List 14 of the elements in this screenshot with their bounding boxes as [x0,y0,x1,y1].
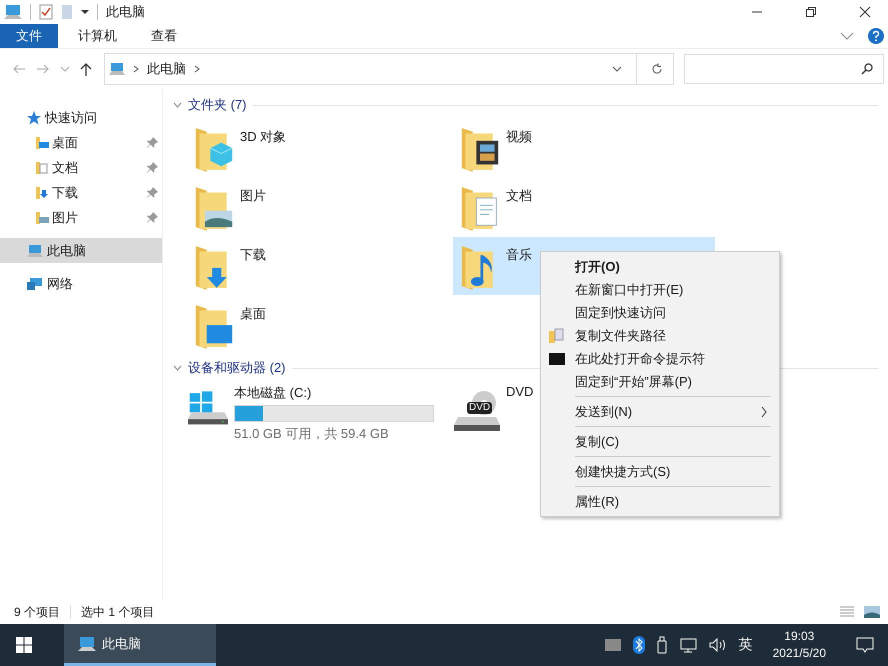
window-title: 此电脑 [106,3,145,21]
drive-name: 本地磁盘 (C:) [234,384,312,402]
folder-name: 视频 [506,128,532,146]
folder-name: 3D 对象 [240,128,286,146]
disc-label: DVD [467,402,492,414]
folder-name: 桌面 [240,305,266,323]
selection-count: 选中 1 个项目 [81,604,154,620]
item-count: 9 个项目 [14,604,60,620]
drive-name: DVD [506,384,534,399]
folder-name: 下载 [240,246,266,264]
free-space-text: 51.0 GB 可用，共 59.4 GB [234,425,390,443]
folder-name: 文档 [506,187,532,205]
folder-name: 音乐 [506,246,532,264]
folder-name: 图片 [240,187,266,205]
